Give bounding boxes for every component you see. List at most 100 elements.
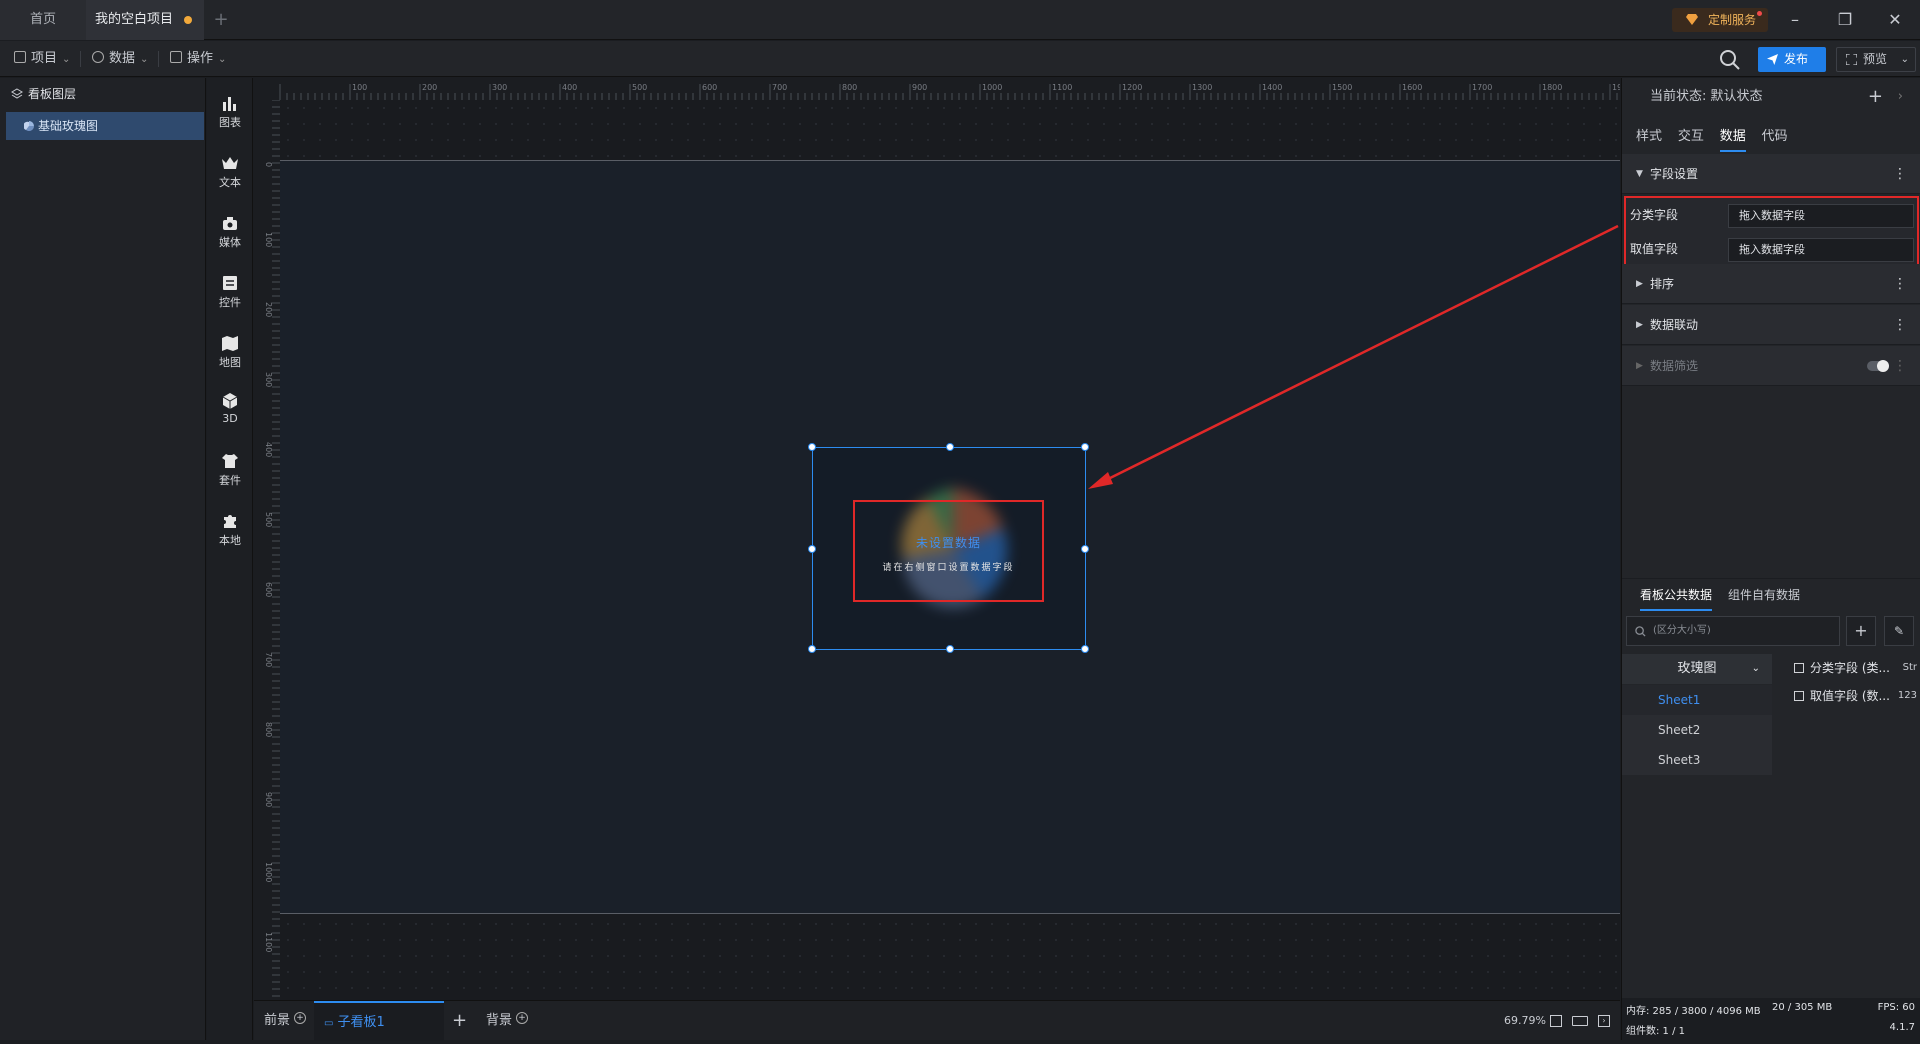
tool-media[interactable]: 媒体 [207, 204, 253, 258]
tool-text[interactable]: 文本 [207, 144, 253, 198]
tool-3d[interactable]: 3D [207, 382, 253, 436]
category-field-dropzone[interactable]: 拖入数据字段 [1728, 204, 1914, 228]
menu-data[interactable]: 数据 ⌄ [92, 41, 148, 77]
section-sort[interactable]: ▶ 排序 ⋮ [1622, 264, 1920, 304]
chevron-right-icon[interactable]: › [1898, 78, 1903, 116]
sheet-item[interactable]: Sheet2 [1622, 715, 1772, 745]
divider [80, 51, 81, 67]
tool-kit-label: 套件 [219, 474, 241, 487]
filter-toggle[interactable] [1867, 360, 1889, 372]
background-tab[interactable]: 背景 + [486, 1001, 529, 1041]
edit-dataset-button[interactable]: ✎ [1884, 616, 1914, 646]
tool-kit[interactable]: 套件 [207, 442, 253, 496]
foreground-tab[interactable]: 前景 + [264, 1001, 307, 1041]
rose-chart-widget[interactable]: 未设置数据 请在右侧窗口设置数据字段 [808, 443, 1089, 653]
section-linkage[interactable]: ▶ 数据联动 ⋮ [1622, 305, 1920, 345]
search-icon[interactable] [1718, 48, 1742, 72]
publish-button[interactable]: 发布 [1758, 47, 1826, 72]
ruler-label: 100 [352, 83, 367, 92]
minimize-button[interactable]: – [1770, 0, 1820, 40]
bottom-bar: 前景 + ▭ 子看板1 + 背景 + 69.79% › [254, 1000, 1620, 1041]
resize-handle-w[interactable] [808, 545, 816, 553]
more-icon[interactable]: ⋮ [1893, 305, 1907, 345]
ruler-label: 1100 [1052, 83, 1072, 92]
restore-button[interactable]: ❐ [1820, 0, 1870, 40]
resize-handle-n[interactable] [946, 443, 954, 451]
media-icon [223, 217, 237, 230]
menu-project[interactable]: 项目 ⌄ [14, 41, 70, 77]
add-circle-icon[interactable]: + [294, 1012, 307, 1024]
database-icon [92, 51, 104, 63]
menu-operate[interactable]: 操作 ⌄ [170, 41, 226, 77]
section-filter[interactable]: ▶ 数据筛选 ⋮ [1622, 346, 1920, 386]
layer-item-rose-chart[interactable]: 基础玫瑰图 [6, 112, 204, 140]
rose-chart-icon [24, 121, 34, 131]
tab-style[interactable]: 样式 [1636, 122, 1662, 152]
data-source-tabs: 看板公共数据 组件自有数据 [1622, 578, 1920, 611]
resize-handle-e[interactable] [1081, 545, 1089, 553]
tab-own-data[interactable]: 组件自有数据 [1728, 579, 1800, 611]
tab-data[interactable]: 数据 [1719, 122, 1746, 152]
resize-handle-s[interactable] [946, 645, 954, 653]
resize-handle-nw[interactable] [808, 443, 816, 451]
caret-right-icon: ▶ [1636, 361, 1643, 371]
section-field-settings[interactable]: ▼ 字段设置 ⋮ [1622, 154, 1920, 194]
ruler-label: 1500 [1332, 83, 1352, 92]
more-icon[interactable]: ⋮ [1893, 154, 1907, 194]
tab-code[interactable]: 代码 [1762, 122, 1788, 152]
close-button[interactable]: ✕ [1870, 0, 1920, 40]
preview-button[interactable]: 预览 ⌄ [1836, 47, 1916, 72]
tab-project[interactable]: 我的空白项目 [86, 0, 204, 40]
checkbox[interactable] [1794, 691, 1804, 701]
data-field-type: 123 [1897, 690, 1917, 701]
add-dataset-button[interactable]: + [1846, 616, 1876, 646]
keyboard-icon[interactable] [1572, 1016, 1588, 1026]
category-field-row: 分类字段 拖入数据字段 [1626, 200, 1917, 234]
value-field-dropzone[interactable]: 拖入数据字段 [1728, 238, 1914, 262]
tool-local[interactable]: 本地 [207, 502, 253, 556]
add-tab-button[interactable]: + [206, 0, 236, 40]
terminal-icon[interactable]: › [1598, 1015, 1610, 1027]
dataset-select[interactable]: 玫瑰图 ⌄ [1622, 654, 1772, 684]
tab-home[interactable]: 首页 [0, 0, 86, 40]
section-sort-label: 排序 [1650, 277, 1675, 291]
tool-local-label: 本地 [219, 534, 241, 547]
tool-chart[interactable]: 图表 [207, 84, 253, 138]
no-data-highlight: 未设置数据 请在右侧窗口设置数据字段 [853, 500, 1044, 602]
tool-control[interactable]: 控件 [207, 264, 253, 318]
add-board-button[interactable]: + [452, 1001, 467, 1041]
more-icon[interactable]: ⋮ [1893, 346, 1907, 386]
ruler-label: 1300 [1192, 83, 1212, 92]
caret-right-icon: ▶ [1636, 320, 1643, 330]
caret-right-icon: ▶ [1636, 279, 1643, 289]
tab-interaction[interactable]: 交互 [1678, 122, 1704, 152]
sheet-item[interactable]: Sheet3 [1622, 745, 1772, 775]
sheet-item[interactable]: Sheet1 [1622, 685, 1772, 715]
sub-board-tab[interactable]: ▭ 子看板1 [314, 1001, 444, 1041]
more-icon[interactable]: ⋮ [1893, 264, 1907, 304]
checkbox[interactable] [1794, 663, 1804, 673]
data-field-name: 取值字段 (数... [1810, 689, 1890, 703]
tool-media-label: 媒体 [219, 236, 241, 249]
search-placeholder: (区分大小写) [1653, 625, 1711, 636]
resize-handle-sw[interactable] [808, 645, 816, 653]
fit-screen-icon[interactable] [1550, 1015, 1562, 1027]
resize-handle-se[interactable] [1081, 645, 1089, 653]
data-field-item[interactable]: 取值字段 (数... 123 [1794, 682, 1919, 710]
data-field-item[interactable]: 分类字段 (类... Str [1794, 654, 1919, 682]
add-state-button[interactable]: + [1868, 78, 1883, 116]
zoom-level[interactable]: 69.79% [1504, 1001, 1546, 1041]
ruler-label: 1000 [264, 862, 273, 882]
custom-service-button[interactable]: 定制服务 [1672, 8, 1768, 32]
memory-usage: 内存: 285 / 3800 / 4096 MB [1626, 1006, 1761, 1017]
tab-public-data[interactable]: 看板公共数据 [1640, 579, 1713, 611]
ruler-label: 1400 [1262, 83, 1282, 92]
chevron-down-icon: ⌄ [62, 54, 71, 65]
add-circle-icon[interactable]: + [516, 1012, 529, 1024]
value-field-label: 取值字段 [1630, 242, 1679, 256]
tool-map[interactable]: 地图 [207, 324, 253, 378]
ruler-label: 400 [562, 83, 577, 92]
dataset-search-input[interactable]: (区分大小写) [1626, 616, 1840, 646]
component-toolbar: 图表 文本 媒体 控件 地图 3D 套件 本地 [207, 78, 253, 1040]
grid-icon [170, 51, 182, 63]
